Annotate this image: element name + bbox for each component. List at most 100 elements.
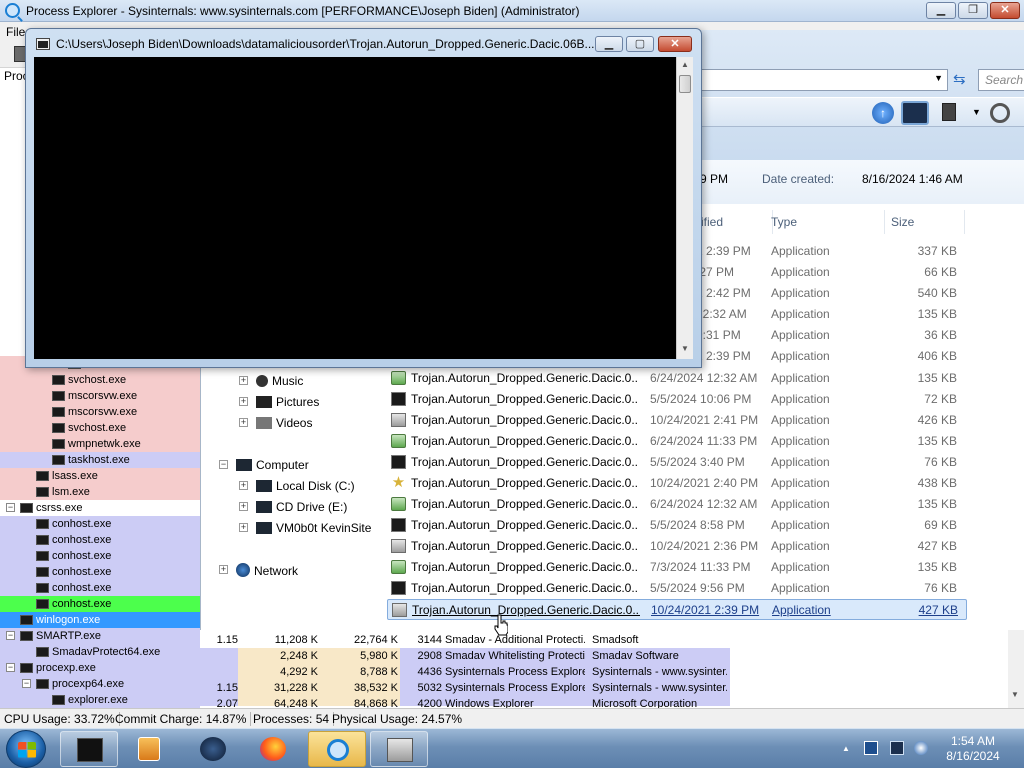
process-row[interactable]: wmpnetwk.exe (0, 436, 200, 452)
menu-file[interactable]: File (6, 25, 25, 39)
console-window[interactable]: C:\Users\Joseph Biden\Downloads\datamali… (25, 28, 702, 368)
nav-item-computer[interactable]: − Computer (219, 458, 309, 472)
clock[interactable]: 1:54 AM 8/16/2024 (940, 734, 1006, 764)
process-explorer-titlebar[interactable]: Process Explorer - Sysinternals: www.sys… (0, 0, 1024, 22)
console-output-area[interactable] (34, 57, 676, 359)
file-row[interactable]: Trojan.Autorun_Dropped.Generic.Dacic.0..… (387, 431, 967, 452)
collapse-icon[interactable]: − (6, 663, 15, 672)
gear-icon[interactable] (990, 103, 1010, 123)
taskbar-button-console[interactable] (60, 731, 118, 767)
minimize-button[interactable]: ▁ (926, 2, 956, 19)
library-icon[interactable] (942, 103, 956, 121)
console-close-button[interactable]: ✕ (658, 36, 692, 52)
expand-icon[interactable]: + (239, 502, 248, 511)
collapse-icon[interactable]: − (6, 503, 15, 512)
chevron-down-icon[interactable]: ▼ (934, 73, 943, 83)
nav-item-local-disk[interactable]: + Local Disk (C:) (239, 479, 355, 493)
expand-icon[interactable]: + (239, 523, 248, 532)
file-row[interactable]: Trojan.Autorun_Dropped.Generic.Dacic.0..… (387, 557, 967, 578)
nav-item-network[interactable]: + Network (219, 563, 298, 578)
smadav-tray-icon[interactable] (864, 741, 878, 755)
chevron-down-icon[interactable]: ▼ (972, 107, 981, 117)
process-row[interactable]: taskhost.exe (0, 452, 200, 468)
collapse-icon[interactable]: − (6, 631, 15, 640)
file-row[interactable]: ★ Trojan.Autorun_Dropped.Generic.Dacic.0.… (387, 473, 967, 494)
scroll-up-icon[interactable]: ▲ (677, 57, 693, 73)
expand-icon[interactable]: + (239, 397, 248, 406)
file-row[interactable]: Trojan.Autorun_Dropped.Generic.Dacic.0..… (387, 578, 967, 599)
monitor-tray-icon[interactable] (890, 741, 904, 755)
setup-icon (391, 371, 406, 385)
process-row[interactable]: svchost.exe (0, 372, 200, 388)
taskbar-button-browser[interactable] (184, 731, 242, 767)
address-bar[interactable]: ▼ (698, 69, 948, 91)
process-row[interactable]: conhost.exe (0, 532, 200, 548)
column-header-type[interactable]: Type (767, 210, 885, 234)
collapse-icon[interactable]: − (22, 679, 31, 688)
process-grid-row[interactable]: 4,292 K 8,788 K 4436 Sysinternals Process E… (200, 664, 730, 680)
expand-icon[interactable]: + (239, 481, 248, 490)
process-row[interactable]: conhost.exe (0, 596, 200, 612)
process-row[interactable]: mscorsvw.exe (0, 388, 200, 404)
scroll-down-icon[interactable]: ▼ (1011, 690, 1019, 699)
file-row[interactable]: Trojan.Autorun_Dropped.Generic.Dacic.0..… (387, 494, 967, 515)
process-grid-row[interactable]: 1.15 11,208 K 22,764 K 3144 Smadav - Additio… (200, 632, 730, 648)
search-input[interactable]: Search (978, 69, 1024, 91)
nav-item-pictures[interactable]: + Pictures (239, 395, 319, 409)
process-row[interactable]: lsm.exe (0, 484, 200, 500)
process-row[interactable]: − csrss.exe (0, 500, 200, 516)
process-row[interactable]: conhost.exe (0, 516, 200, 532)
file-row[interactable]: Trojan.Autorun_Dropped.Generic.Dacic.0..… (387, 410, 967, 431)
show-hidden-icons-icon[interactable]: ▲ (842, 744, 856, 758)
process-row[interactable]: mscorsvw.exe (0, 404, 200, 420)
column-header-modified[interactable]: ified (697, 210, 773, 234)
nav-item-network-share[interactable]: + VM0b0t KevinSite (239, 521, 371, 535)
close-button[interactable]: ✕ (990, 2, 1020, 19)
taskbar-button-firefox[interactable] (244, 731, 302, 767)
taskbar-button-process-explorer[interactable] (308, 731, 366, 767)
expand-icon[interactable]: + (219, 565, 228, 574)
column-header-size[interactable]: Size (887, 210, 965, 234)
scrollbar-thumb[interactable] (679, 75, 691, 93)
console-maximize-button[interactable]: ▢ (626, 36, 654, 52)
nav-item-music[interactable]: + Music (239, 374, 303, 388)
process-row[interactable]: conhost.exe (0, 548, 200, 564)
process-row[interactable]: svchost.exe (0, 420, 200, 436)
scroll-down-icon[interactable]: ▼ (677, 341, 693, 357)
process-row[interactable]: conhost.exe (0, 564, 200, 580)
process-grid-row[interactable]: 1.15 31,228 K 38,532 K 5032 Sysinternals Pro… (200, 680, 730, 696)
description-cell: Sysinternals Process Explorer (445, 682, 585, 694)
process-row[interactable]: conhost.exe (0, 580, 200, 596)
process-row[interactable]: winlogon.exe (0, 612, 200, 628)
taskbar-button-drive[interactable] (370, 731, 428, 767)
expand-icon[interactable]: + (239, 376, 248, 385)
nav-item-cd-drive[interactable]: + CD Drive (E:) (239, 500, 347, 514)
process-row[interactable]: − procexp.exe (0, 660, 200, 676)
vertical-scrollbar[interactable]: ▼ (1008, 630, 1024, 708)
taskbar-button-media-player[interactable] (120, 731, 178, 767)
refresh-icon[interactable]: ⇆ (953, 70, 966, 88)
collapse-icon[interactable]: − (219, 460, 228, 469)
expand-icon[interactable]: + (239, 418, 248, 427)
file-size: 406 KB (917, 349, 957, 363)
process-row[interactable]: − procexp64.exe (0, 676, 200, 692)
network-tray-icon[interactable] (914, 741, 928, 755)
process-row[interactable]: SmadavProtect64.exe (0, 644, 200, 660)
nav-item-videos[interactable]: + Videos (239, 416, 312, 430)
process-row[interactable]: lsass.exe (0, 468, 200, 484)
file-row[interactable]: Trojan.Autorun_Dropped.Generic.Dacic.0..… (387, 536, 967, 557)
file-row[interactable]: Trojan.Autorun_Dropped.Generic.Dacic.0..… (387, 515, 967, 536)
start-button[interactable] (6, 730, 46, 768)
console-scrollbar[interactable]: ▲ ▼ (676, 57, 693, 359)
process-grid-row[interactable]: 2,248 K 5,980 K 2908 Smadav Whitelisting Pr… (200, 648, 730, 664)
file-row[interactable]: Trojan.Autorun_Dropped.Generic.Dacic.0..… (387, 389, 967, 410)
process-row[interactable]: explorer.exe (0, 692, 200, 708)
process-row[interactable]: − SMARTP.exe (0, 628, 200, 644)
file-row[interactable]: Trojan.Autorun_Dropped.Generic.Dacic.0..… (387, 368, 967, 389)
view-icon[interactable] (901, 101, 929, 125)
up-arrow-icon[interactable]: ↑ (872, 102, 894, 124)
console-minimize-button[interactable]: ▁ (595, 36, 623, 52)
maximize-button[interactable]: ❐ (958, 2, 988, 19)
file-row[interactable]: Trojan.Autorun_Dropped.Generic.Dacic.0..… (387, 599, 967, 620)
file-row[interactable]: Trojan.Autorun_Dropped.Generic.Dacic.0..… (387, 452, 967, 473)
